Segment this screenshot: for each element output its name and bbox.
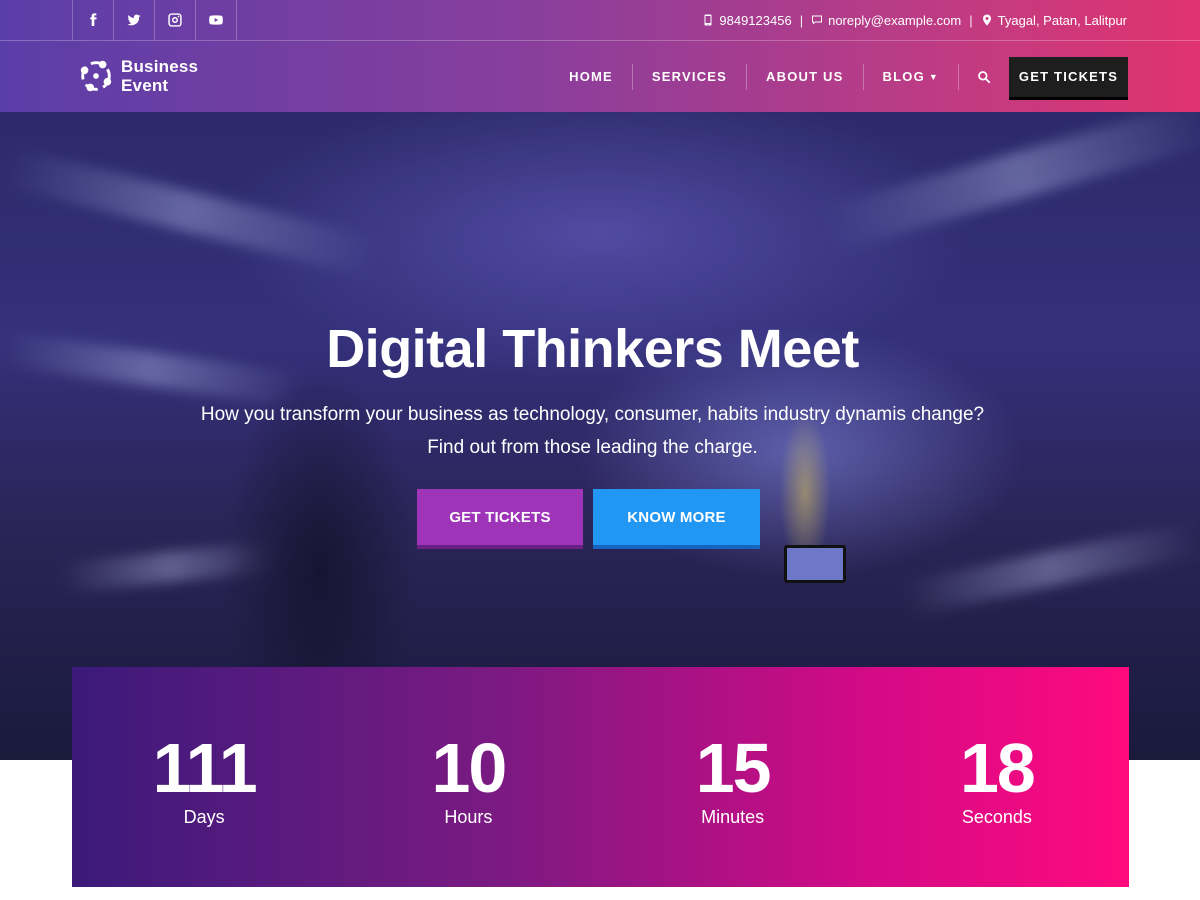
hero-section: Digital Thinkers Meet How you transform … — [0, 112, 1200, 760]
countdown-value: 15 — [695, 729, 772, 807]
hero-subtitle: How you transform your business as techn… — [0, 398, 1185, 464]
twitter-icon — [127, 14, 141, 26]
hero-subtitle-line-1: How you transform your business as techn… — [200, 404, 985, 425]
nav-home[interactable]: HOME — [569, 63, 633, 90]
countdown-days: 111 Days — [72, 667, 336, 887]
know-more-button[interactable]: KNOW MORE — [593, 489, 760, 545]
main-navbar: Business Event HOME SERVICES ABOUT US BL… — [0, 41, 1200, 112]
nav-blog[interactable]: BLOG ▼ — [864, 63, 959, 90]
search-button[interactable] — [959, 64, 1009, 90]
hero-subtitle-line-2: Find out from those leading the charge. — [427, 437, 758, 458]
header-get-tickets-button[interactable]: GET TICKETS — [1009, 56, 1128, 97]
youtube-icon — [209, 15, 223, 25]
countdown-value: 10 — [431, 729, 507, 807]
countdown-label: Minutes — [701, 807, 765, 827]
countdown-label: Days — [183, 807, 225, 827]
stage-light — [821, 112, 1200, 253]
youtube-link[interactable] — [196, 0, 237, 40]
phone-number: 9849123456 — [719, 12, 792, 28]
site-logo[interactable]: Business Event — [77, 57, 198, 95]
countdown-value: 111 — [152, 729, 258, 807]
address-contact: Tyagal, Patan, Lalitpur — [981, 13, 1127, 28]
contact-info: 9849123456 | noreply@example.com | Tyaga… — [702, 0, 1127, 40]
countdown-minutes: 15 Minutes — [601, 667, 865, 887]
chat-icon — [812, 15, 823, 25]
stage-light — [0, 146, 380, 278]
get-tickets-button[interactable]: GET TICKETS — [417, 489, 583, 545]
countdown-timer: 111 Days 10 Hours 15 Minutes 18 Seconds — [72, 667, 1129, 887]
nav-services[interactable]: SERVICES — [633, 63, 748, 90]
social-links — [72, 0, 237, 40]
chevron-down-icon: ▼ — [928, 71, 939, 82]
map-pin-icon — [982, 14, 991, 26]
phone-contact[interactable]: 9849123456 — [702, 12, 792, 28]
facebook-link[interactable] — [73, 0, 114, 40]
email-contact[interactable]: noreply@example.com — [811, 13, 961, 28]
hero-title: Digital Thinkers Meet — [326, 319, 859, 379]
separator: | — [799, 12, 804, 28]
separator: | — [969, 12, 973, 28]
countdown-seconds: 18 Seconds — [865, 667, 1129, 887]
site-header: 9849123456 | noreply@example.com | Tyaga… — [0, 0, 1200, 112]
email-address: noreply@example.com — [828, 12, 962, 28]
countdown-value: 18 — [959, 729, 1036, 807]
hero-buttons: GET TICKETS KNOW MORE — [417, 489, 760, 545]
logo-text: Business Event — [121, 57, 198, 95]
phone-icon — [704, 14, 712, 26]
logo-icon — [80, 60, 112, 92]
instagram-icon — [168, 13, 182, 27]
countdown-label: Hours — [444, 807, 493, 827]
logo-line-2: Event — [121, 76, 169, 95]
logo-line-1: Business — [121, 57, 199, 76]
countdown-label: Seconds — [961, 807, 1032, 827]
facebook-icon — [90, 13, 97, 26]
main-nav: HOME SERVICES ABOUT US BLOG ▼ GET TICKET… — [569, 41, 1128, 112]
top-bar: 9849123456 | noreply@example.com | Tyaga… — [0, 0, 1200, 41]
instagram-link[interactable] — [155, 0, 196, 40]
search-icon — [978, 70, 991, 83]
nav-about-us[interactable]: ABOUT US — [747, 63, 864, 90]
countdown-hours: 10 Hours — [336, 667, 600, 887]
nav-blog-label: BLOG — [882, 69, 925, 84]
page: 9849123456 | noreply@example.com | Tyaga… — [0, 0, 1200, 900]
twitter-link[interactable] — [114, 0, 155, 40]
address-text: Tyagal, Patan, Lalitpur — [997, 12, 1127, 28]
